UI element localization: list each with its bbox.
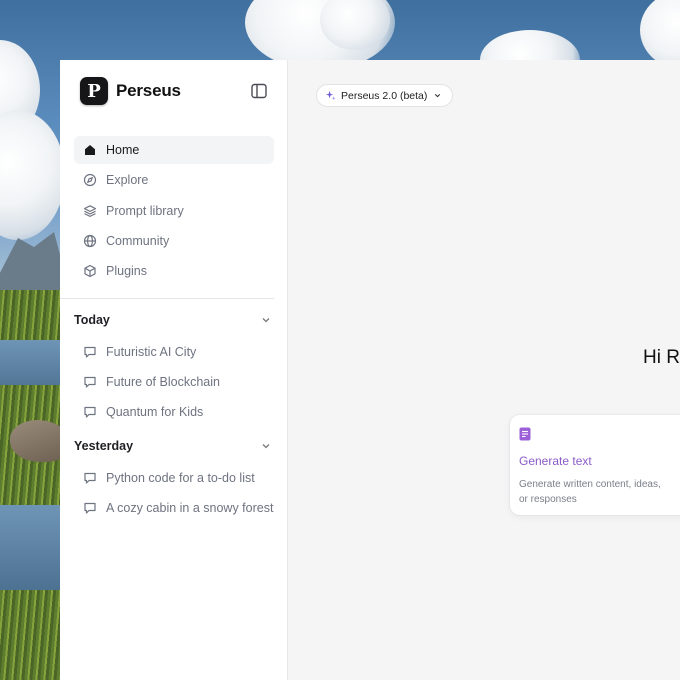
chat-bubble-icon [84, 346, 96, 358]
app-name: Perseus [116, 81, 181, 100]
globe-icon [83, 234, 97, 247]
section-title: Yesterday [74, 439, 134, 453]
card-title: Generate text [519, 454, 592, 468]
sidebar-divider [60, 298, 274, 299]
chat-bubble-icon [84, 472, 96, 484]
nav-item-label: Prompt library [106, 203, 184, 218]
sidebar: P Perseus Home Explore Prompt library Co… [60, 60, 288, 680]
main-panel: Perseus 2.0 (beta) Hi Ro Generate text G… [288, 60, 680, 680]
section-yesterday[interactable]: Yesterday [74, 436, 274, 456]
chat-history-item[interactable]: Quantum for Kids [83, 402, 203, 422]
sidebar-toggle-button[interactable] [250, 82, 268, 100]
nav-item-label: Plugins [106, 264, 147, 279]
chat-bubble-icon [84, 406, 96, 418]
app-logo: P [80, 77, 108, 105]
chat-history-item[interactable]: A cozy cabin in a snowy forest [83, 498, 273, 518]
document-icon [519, 427, 531, 441]
nav-item-label: Explore [106, 173, 149, 188]
greeting-heading: Hi Ro [643, 347, 680, 368]
chat-title: Future of Blockchain [106, 375, 220, 389]
nav-item-prompt-library[interactable]: Prompt library [74, 197, 274, 225]
nav-item-plugins[interactable]: Plugins [74, 257, 274, 285]
model-selector-dropdown[interactable]: Perseus 2.0 (beta) [316, 84, 454, 107]
chevron-down-icon [435, 94, 441, 98]
cube-icon [84, 265, 96, 278]
nav-item-home[interactable]: Home [74, 136, 274, 164]
compass-icon [83, 174, 97, 187]
main-nav: Home Explore Prompt library Community Pl… [74, 136, 274, 287]
generate-text-card[interactable]: Generate text Generate written content, … [510, 415, 680, 515]
home-icon [85, 145, 95, 155]
chat-bubble-icon [84, 376, 96, 388]
sidebar-panel-icon [251, 83, 267, 99]
nav-item-community[interactable]: Community [74, 227, 274, 255]
chat-title: A cozy cabin in a snowy forest [106, 501, 274, 515]
section-today[interactable]: Today [74, 310, 274, 330]
card-description: Generate written content, ideas, or resp… [519, 479, 661, 505]
chat-history-item[interactable]: Python code for a to-do list [83, 468, 255, 488]
nav-item-label: Community [106, 233, 170, 248]
chat-history-item[interactable]: Future of Blockchain [83, 372, 220, 392]
chevron-down-icon [262, 444, 270, 449]
nav-item-label: Home [106, 143, 140, 157]
nav-item-explore[interactable]: Explore [74, 166, 274, 194]
brand[interactable]: P Perseus [80, 77, 181, 105]
chat-title: Futuristic AI City [106, 345, 197, 359]
chat-bubble-icon [84, 502, 96, 514]
chat-title: Quantum for Kids [106, 405, 204, 419]
layers-icon [83, 204, 97, 217]
sparkle-icon [325, 90, 336, 101]
model-selector-label: Perseus 2.0 (beta) [341, 89, 428, 102]
app-window: P Perseus Home Explore Prompt library Co… [60, 60, 680, 680]
section-title: Today [74, 313, 110, 327]
chat-history-item[interactable]: Futuristic AI City [83, 342, 196, 362]
chat-title: Python code for a to-do list [106, 471, 255, 485]
chevron-down-icon [262, 318, 270, 323]
